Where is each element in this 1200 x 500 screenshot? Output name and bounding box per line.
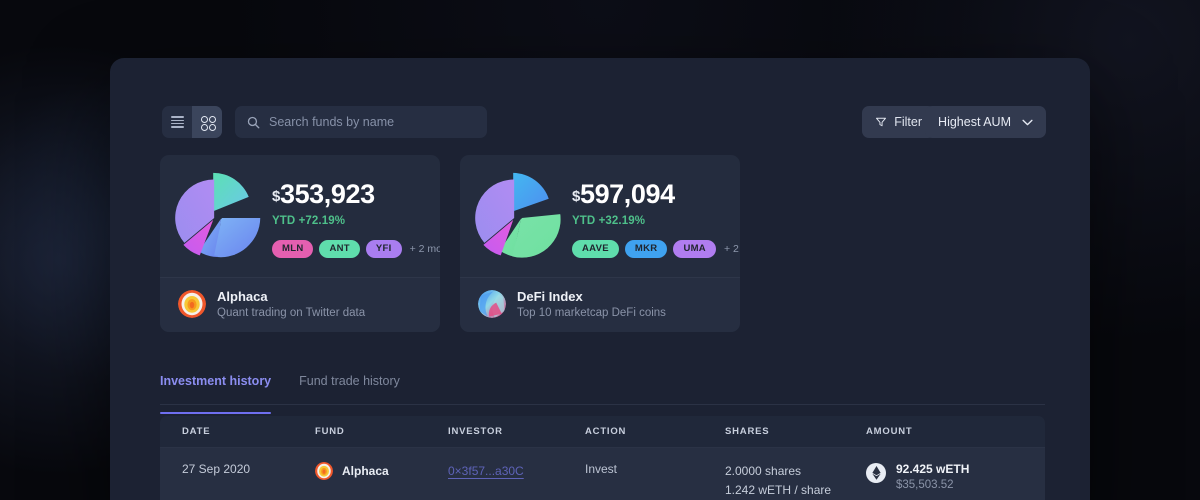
filter-label: Filter: [894, 115, 922, 129]
token-badge[interactable]: MKR: [624, 239, 668, 258]
cell-investor: 0×3f57...a30C: [448, 462, 585, 480]
cell-action: Invest: [585, 462, 618, 476]
column-header-shares: SHARES: [725, 426, 770, 437]
column-header-fund: FUND: [315, 426, 345, 437]
cell-date: 27 Sep 2020: [182, 462, 251, 476]
fund-card-summary: $597,094 YTD +32.19% AAVE MKR UMA + 2 mo…: [460, 155, 740, 277]
grid-icon: [200, 115, 216, 131]
toolbar: Filter Highest AUM: [162, 106, 1046, 138]
fund-aum-value: 597,094: [579, 178, 675, 209]
fund-card-footer: DeFi Index Top 10 marketcap DeFi coins: [460, 277, 740, 332]
grid-view-button[interactable]: [192, 106, 222, 138]
currency-symbol: $: [572, 187, 580, 205]
shares-count: 2.0000 shares: [725, 464, 802, 478]
search-box[interactable]: [235, 106, 487, 138]
token-badge[interactable]: MLN: [272, 239, 314, 258]
fund-aum: $597,094: [572, 178, 740, 209]
defi-index-logo-icon: [478, 290, 506, 318]
table-row[interactable]: 27 Sep 2020 Alphaca 0×3f57...a30C Invest…: [160, 448, 1045, 500]
cell-shares: 2.0000 shares 1.242 wETH / share: [725, 462, 866, 499]
history-tabs: Investment history Fund trade history: [160, 365, 1045, 414]
fund-card-summary: $353,923 YTD +72.19% MLN ANT YFI + 2 mor…: [160, 155, 440, 277]
fund-aum: $353,923: [272, 178, 440, 209]
sort-dropdown[interactable]: Highest AUM: [925, 106, 1046, 138]
cell-fund: Alphaca: [315, 462, 448, 480]
token-badge[interactable]: UMA: [673, 239, 716, 258]
fund-description: Top 10 marketcap DeFi coins: [517, 307, 666, 319]
alphaca-logo-icon: [178, 290, 206, 318]
column-header-action: ACTION: [585, 426, 627, 437]
fund-card[interactable]: $353,923 YTD +72.19% MLN ANT YFI + 2 mor…: [160, 155, 440, 332]
shares-rate: 1.242 wETH / share: [725, 482, 832, 497]
more-tokens-label: + 2 more: [723, 242, 740, 255]
fund-name: Alphaca: [217, 289, 268, 304]
tab-investment-history[interactable]: Investment history: [160, 374, 272, 414]
fund-card-stats: $597,094 YTD +32.19% AAVE MKR UMA + 2 mo…: [572, 177, 740, 258]
table-header-row: DATE FUND INVESTOR ACTION SHARES AMOUNT: [160, 416, 1045, 448]
chevron-down-icon: [1022, 119, 1033, 125]
fund-ytd: YTD +72.19%: [272, 214, 346, 227]
fund-description: Quant trading on Twitter data: [217, 307, 366, 319]
alphaca-logo-icon: [315, 462, 333, 480]
column-header-investor: INVESTOR: [448, 426, 503, 437]
filter-icon: [876, 117, 887, 127]
fund-card-footer: Alphaca Quant trading on Twitter data: [160, 277, 440, 332]
ethereum-icon: [866, 463, 886, 483]
tab-fund-trade-history[interactable]: Fund trade history: [299, 374, 400, 413]
app-panel: Filter Highest AUM: [110, 58, 1090, 500]
amount-crypto: 92.425 wETH: [896, 462, 970, 476]
currency-symbol: $: [272, 187, 280, 205]
fund-token-badges: AAVE MKR UMA + 2 more: [572, 239, 740, 258]
fund-ytd: YTD +32.19%: [572, 214, 646, 227]
fund-allocation-pie-chart: [470, 167, 566, 267]
fund-allocation-pie-chart: [170, 167, 266, 267]
list-view-button[interactable]: [162, 106, 192, 138]
search-icon: [247, 116, 260, 128]
fund-aum-value: 353,923: [279, 178, 375, 209]
fund-card-stats: $353,923 YTD +72.19% MLN ANT YFI + 2 mor…: [272, 177, 440, 258]
more-tokens-label: + 2 more: [409, 242, 440, 255]
investment-history-table: DATE FUND INVESTOR ACTION SHARES AMOUNT …: [160, 416, 1045, 500]
fund-token-badges: MLN ANT YFI + 2 more: [272, 239, 440, 258]
fund-card-list: $353,923 YTD +72.19% MLN ANT YFI + 2 mor…: [160, 155, 740, 332]
fund-card[interactable]: $597,094 YTD +32.19% AAVE MKR UMA + 2 mo…: [460, 155, 740, 332]
token-badge[interactable]: YFI: [365, 239, 402, 258]
cell-fund-name: Alphaca: [342, 464, 389, 478]
fund-name: DeFi Index: [517, 289, 583, 304]
amount-usd: $35,503.52: [896, 479, 954, 491]
column-header-date: DATE: [182, 426, 211, 437]
view-toggle: [162, 106, 222, 138]
cell-amount: 92.425 wETH $35,503.52: [866, 462, 1045, 491]
search-input[interactable]: [269, 115, 475, 129]
column-header-amount: AMOUNT: [866, 426, 913, 437]
screen: Filter Highest AUM: [0, 0, 1200, 500]
sort-label: Highest AUM: [938, 115, 1011, 129]
list-icon: [170, 115, 184, 129]
token-badge[interactable]: AAVE: [572, 239, 619, 258]
investor-address-link[interactable]: 0×3f57...a30C: [448, 464, 524, 478]
token-badge[interactable]: ANT: [319, 239, 360, 258]
